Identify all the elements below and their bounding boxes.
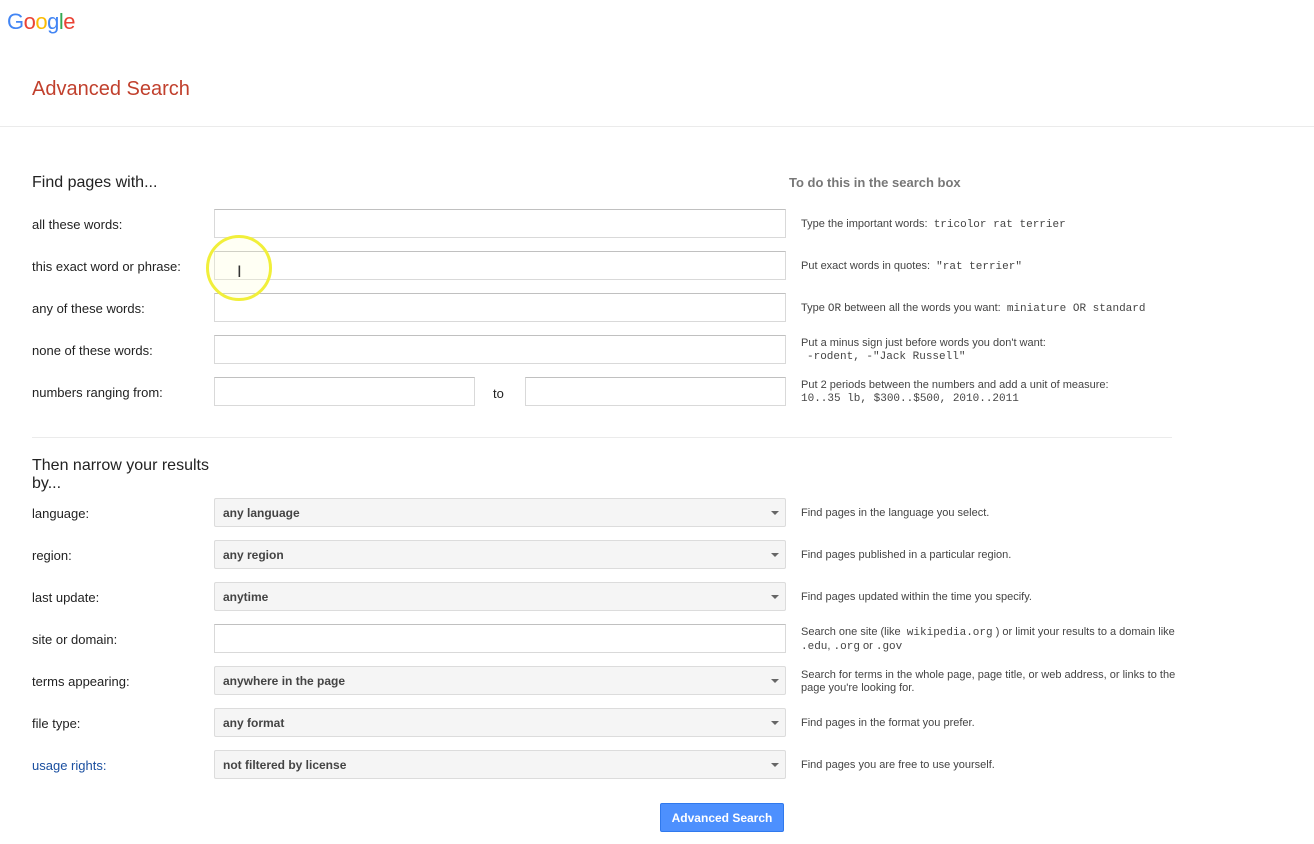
any-words-label: any of these words: xyxy=(32,301,145,316)
number-to-input[interactable] xyxy=(525,377,786,406)
select-value: any language xyxy=(223,505,300,520)
dropdown-arrow-icon xyxy=(771,553,779,557)
range-to-label: to xyxy=(493,386,504,401)
region-label: region: xyxy=(32,548,72,563)
tip-text: Put a minus sign just before words you d… xyxy=(801,337,1046,349)
last-update-select[interactable]: anytime xyxy=(214,582,786,611)
language-select[interactable]: any language xyxy=(214,498,786,527)
section-divider xyxy=(32,437,1172,438)
text-cursor-icon: I xyxy=(237,262,242,281)
none-words-label: none of these words: xyxy=(32,343,153,358)
language-tip: Find pages in the language you select. xyxy=(801,507,990,519)
tip-text: Put exact words in quotes: xyxy=(801,260,931,272)
tip-example: .gov xyxy=(875,641,903,653)
dropdown-arrow-icon xyxy=(771,595,779,599)
none-words-input[interactable] xyxy=(214,335,786,364)
select-value: not filtered by license xyxy=(223,757,347,772)
file-type-label: file type: xyxy=(32,716,81,731)
usage-rights-tip: Find pages you are free to use yourself. xyxy=(801,759,995,771)
logo-letter: e xyxy=(63,9,76,34)
tip-text: , xyxy=(827,640,831,652)
any-words-input[interactable] xyxy=(214,293,786,322)
site-domain-tip: Search one site (like wikipedia.org ) or… xyxy=(801,626,1181,654)
dropdown-arrow-icon xyxy=(771,763,779,767)
tip-text: or xyxy=(863,640,873,652)
tip-example: tricolor rat terrier xyxy=(933,219,1066,231)
select-value: anywhere in the page xyxy=(223,673,346,688)
tip-example: -rodent, -"Jack Russell" xyxy=(807,351,966,363)
number-from-input[interactable] xyxy=(214,377,475,406)
tip-example: miniature OR standard xyxy=(1006,303,1146,315)
select-value: any region xyxy=(223,547,284,562)
advanced-search-button[interactable]: Advanced Search xyxy=(660,803,784,832)
page-title: Advanced Search xyxy=(32,78,190,100)
region-tip: Find pages published in a particular reg… xyxy=(801,549,1012,561)
site-domain-label: site or domain: xyxy=(32,632,118,647)
usage-rights-select[interactable]: not filtered by license xyxy=(214,750,786,779)
tip-or-keyword: OR xyxy=(827,303,842,315)
all-words-input[interactable] xyxy=(214,209,786,238)
logo-letter: g xyxy=(47,9,59,34)
any-words-tip: Type OR between all the words you want: … xyxy=(801,302,1181,316)
last-update-tip: Find pages updated within the time you s… xyxy=(801,591,1032,603)
number-range-tip: Put 2 periods between the numbers and ad… xyxy=(801,379,1181,406)
tip-text: Put 2 periods between the numbers and ad… xyxy=(801,379,1109,391)
tip-example: wikipedia.org xyxy=(906,627,993,639)
number-range-label: numbers ranging from: xyxy=(32,385,163,400)
dropdown-arrow-icon xyxy=(771,721,779,725)
select-value: any format xyxy=(223,715,285,730)
terms-appearing-label: terms appearing: xyxy=(32,674,130,689)
tip-text: Search one site (like xyxy=(801,626,901,638)
tip-text: Type the important words: xyxy=(801,218,928,230)
tip-text: Type xyxy=(801,302,825,314)
tip-text: between all the words you want: xyxy=(844,302,1001,314)
usage-rights-link[interactable]: usage rights: xyxy=(32,758,106,773)
select-value: anytime xyxy=(223,589,269,604)
all-words-label: all these words: xyxy=(32,217,123,232)
dropdown-arrow-icon xyxy=(771,511,779,515)
last-update-label: last update: xyxy=(32,590,100,605)
all-words-tip: Type the important words: tricolor rat t… xyxy=(801,218,1181,232)
exact-phrase-label: this exact word or phrase: xyxy=(32,259,181,274)
language-label: language: xyxy=(32,506,90,521)
region-select[interactable]: any region xyxy=(214,540,786,569)
dropdown-arrow-icon xyxy=(771,679,779,683)
tip-example: 10..35 lb, $300..$500, 2010..2011 xyxy=(801,393,1019,405)
tip-example: "rat terrier" xyxy=(936,261,1022,273)
file-type-tip: Find pages in the format you prefer. xyxy=(801,717,975,729)
narrow-section-title: Then narrow your results by... xyxy=(32,457,209,492)
file-type-select[interactable]: any format xyxy=(214,708,786,737)
google-logo[interactable]: Google xyxy=(7,9,76,35)
logo-letter: o xyxy=(35,9,48,34)
terms-appearing-tip: Search for terms in the whole page, page… xyxy=(801,669,1176,694)
header-divider xyxy=(0,126,1314,127)
tip-example: .org xyxy=(833,641,860,653)
find-section-title: Find pages with... xyxy=(32,174,158,191)
none-words-tip: Put a minus sign just before words you d… xyxy=(801,337,1181,364)
site-domain-input[interactable] xyxy=(214,624,786,653)
exact-phrase-input[interactable] xyxy=(214,251,786,280)
howto-title: To do this in the search box xyxy=(789,175,961,190)
tip-text: ) or limit your results to a domain like xyxy=(995,626,1175,638)
logo-letter: G xyxy=(7,9,24,34)
exact-phrase-tip: Put exact words in quotes: "rat terrier" xyxy=(801,260,1181,274)
logo-letter: o xyxy=(23,9,36,34)
terms-appearing-select[interactable]: anywhere in the page xyxy=(214,666,786,695)
tip-example: .edu xyxy=(801,641,828,653)
